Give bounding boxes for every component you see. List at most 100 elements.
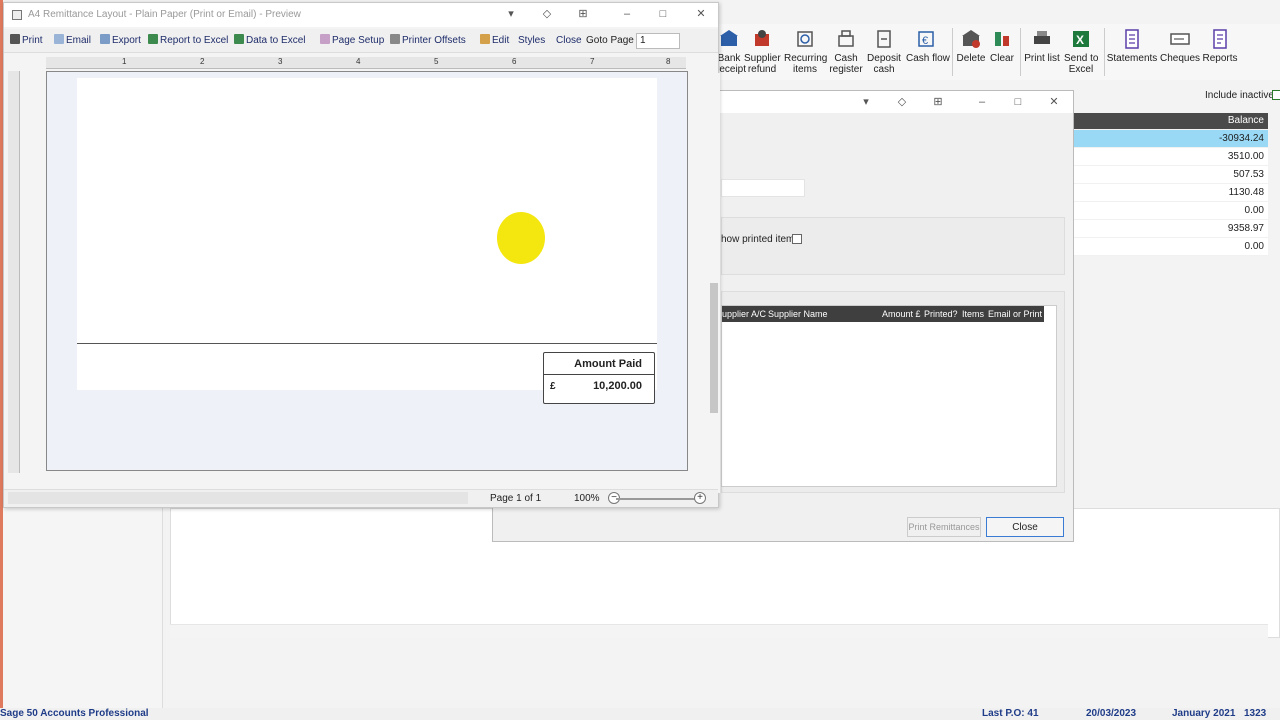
reports-label: Reports [1202,53,1238,64]
print-remittances-button[interactable]: Print Remittances [907,517,981,537]
maximize-icon[interactable]: □ [1011,95,1025,109]
pin-icon[interactable]: ▾ [504,7,518,21]
close-button[interactable]: Close [986,517,1064,537]
col-email-or-print[interactable]: Email or Print [988,306,1042,322]
statements-button[interactable]: Statements [1106,28,1158,78]
send-to-excel-label: Send to Excel [1064,53,1099,75]
ruler-mark: 8 [666,57,671,66]
cheques-label: Cheques [1160,53,1201,64]
email-icon [54,34,64,44]
main-horizontal-scrollbar[interactable] [170,624,1268,638]
ruler-mark: 3 [278,57,283,66]
col-supplier-ac[interactable]: upplier A/C [722,306,766,322]
current-date: 20/03/2023 [1086,708,1137,719]
pin-icon[interactable]: ▾ [859,95,873,109]
supplier-refund-button[interactable]: Supplier refund [744,28,781,78]
print-list-label: Print list [1024,53,1060,64]
preview-titlebar: A4 Remittance Layout - Plain Paper (Prin… [4,3,718,27]
deposit-cash-button[interactable]: Deposit cash [866,28,902,78]
bank-receipt-button[interactable]: Bank receipt [716,28,746,78]
edit-label: Edit [492,35,510,46]
col-items[interactable]: Items [962,306,984,322]
page-setup-button[interactable]: Page Setup [320,33,384,49]
show-printed-items-label: how printed items [721,234,800,245]
export-label: Export [112,35,141,46]
send-to-excel-button[interactable]: X Send to Excel [1064,28,1098,78]
edit-button[interactable]: Edit [480,33,509,49]
restore-icon[interactable]: ⊞ [931,95,945,109]
printer-offsets-button[interactable]: Printer Offsets [390,33,466,49]
register-icon [838,30,854,47]
delete-button[interactable]: Delete [956,28,986,78]
recurring-items-label: Recurring items [784,53,828,75]
status-bar: Sage 50 Accounts Professional Last P.O: … [0,708,1280,720]
col-supplier-name[interactable]: Supplier Name [768,306,828,322]
cashflow-icon: € [918,31,934,47]
minimize-icon[interactable]: – [975,95,989,109]
table-row[interactable]: 0.00 [1072,238,1268,256]
clear-button[interactable]: Clear [988,28,1016,78]
table-row[interactable]: 3510.00 [1072,148,1268,166]
page-preview-area[interactable]: Amount Paid £ 10,200.00 [46,71,688,471]
preview-statusbar: Page 1 of 1 100% − + [4,489,718,507]
cash-register-button[interactable]: Cash register [828,28,864,78]
table-row[interactable]: 1130.48 [1072,184,1268,202]
left-panel [3,508,163,708]
cash-flow-button[interactable]: € Cash flow [906,28,950,78]
print-list-button[interactable]: Print list [1024,28,1060,78]
cheques-button[interactable]: Cheques [1160,28,1200,78]
deposit-icon [877,30,891,48]
status-number: 1323 [1244,708,1267,719]
include-inactive-checkbox[interactable] [1272,90,1280,100]
page-indicator: Page 1 of 1 [490,493,542,504]
preview-toolbar: Print Email Export Report to Excel Data … [4,29,718,53]
ruler-mark: 5 [434,57,439,66]
recurring-icon [797,31,813,47]
financial-period: January 2021 [1172,708,1236,719]
move-icon[interactable]: ◇ [895,95,909,109]
table-row[interactable]: 0.00 [1072,202,1268,220]
goto-page-input[interactable]: 1 [636,33,680,49]
export-icon [100,34,110,44]
scrollbar-thumb[interactable] [710,283,718,413]
restore-icon[interactable]: ⊞ [576,7,590,21]
maximize-icon[interactable]: □ [656,7,670,21]
export-button[interactable]: Export [100,33,141,49]
col-amount[interactable]: Amount £ [882,306,921,322]
statements-label: Statements [1106,53,1158,64]
data-to-excel-button[interactable]: Data to Excel [234,33,305,49]
email-button[interactable]: Email [54,33,91,49]
excel-icon: X [1073,31,1089,47]
print-button[interactable]: Print [10,33,43,49]
minimize-icon[interactable]: – [620,7,634,21]
styles-button[interactable]: Styles [518,33,545,49]
table-row[interactable]: -30934.24 [1072,130,1268,148]
remittance-list[interactable]: upplier A/C Supplier Name Amount £ Print… [721,305,1057,487]
printer-offsets-icon [390,34,400,44]
filter-group [721,217,1065,275]
preview-horizontal-scrollbar[interactable] [8,492,468,504]
close-label: Close [556,35,582,46]
balance-column-header[interactable]: Balance [1072,113,1268,129]
zoom-in-icon[interactable]: + [694,492,706,504]
zoom-slider[interactable] [616,498,696,500]
report-to-excel-button[interactable]: Report to Excel [148,33,228,49]
table-row[interactable]: 9358.97 [1072,220,1268,238]
reports-button[interactable]: Reports [1202,28,1238,78]
clear-icon [995,32,1009,46]
move-icon[interactable]: ◇ [540,7,554,21]
remittance-text-field[interactable] [721,179,805,197]
close-icon[interactable]: ✕ [694,7,708,21]
styles-label: Styles [518,35,546,46]
col-printed[interactable]: Printed? [924,306,958,322]
recurring-items-button[interactable]: Recurring items [784,28,828,78]
preview-vertical-scrollbar[interactable] [708,73,720,493]
close-button[interactable]: Close [556,33,582,49]
page-setup-icon [320,34,330,44]
preview-title: A4 Remittance Layout - Plain Paper (Prin… [28,9,301,20]
printer-icon [1034,31,1050,44]
show-printed-items-checkbox[interactable] [792,234,802,244]
table-row[interactable]: 507.53 [1072,166,1268,184]
close-icon[interactable]: ✕ [1047,95,1061,109]
toolbar-separator [1020,28,1021,76]
